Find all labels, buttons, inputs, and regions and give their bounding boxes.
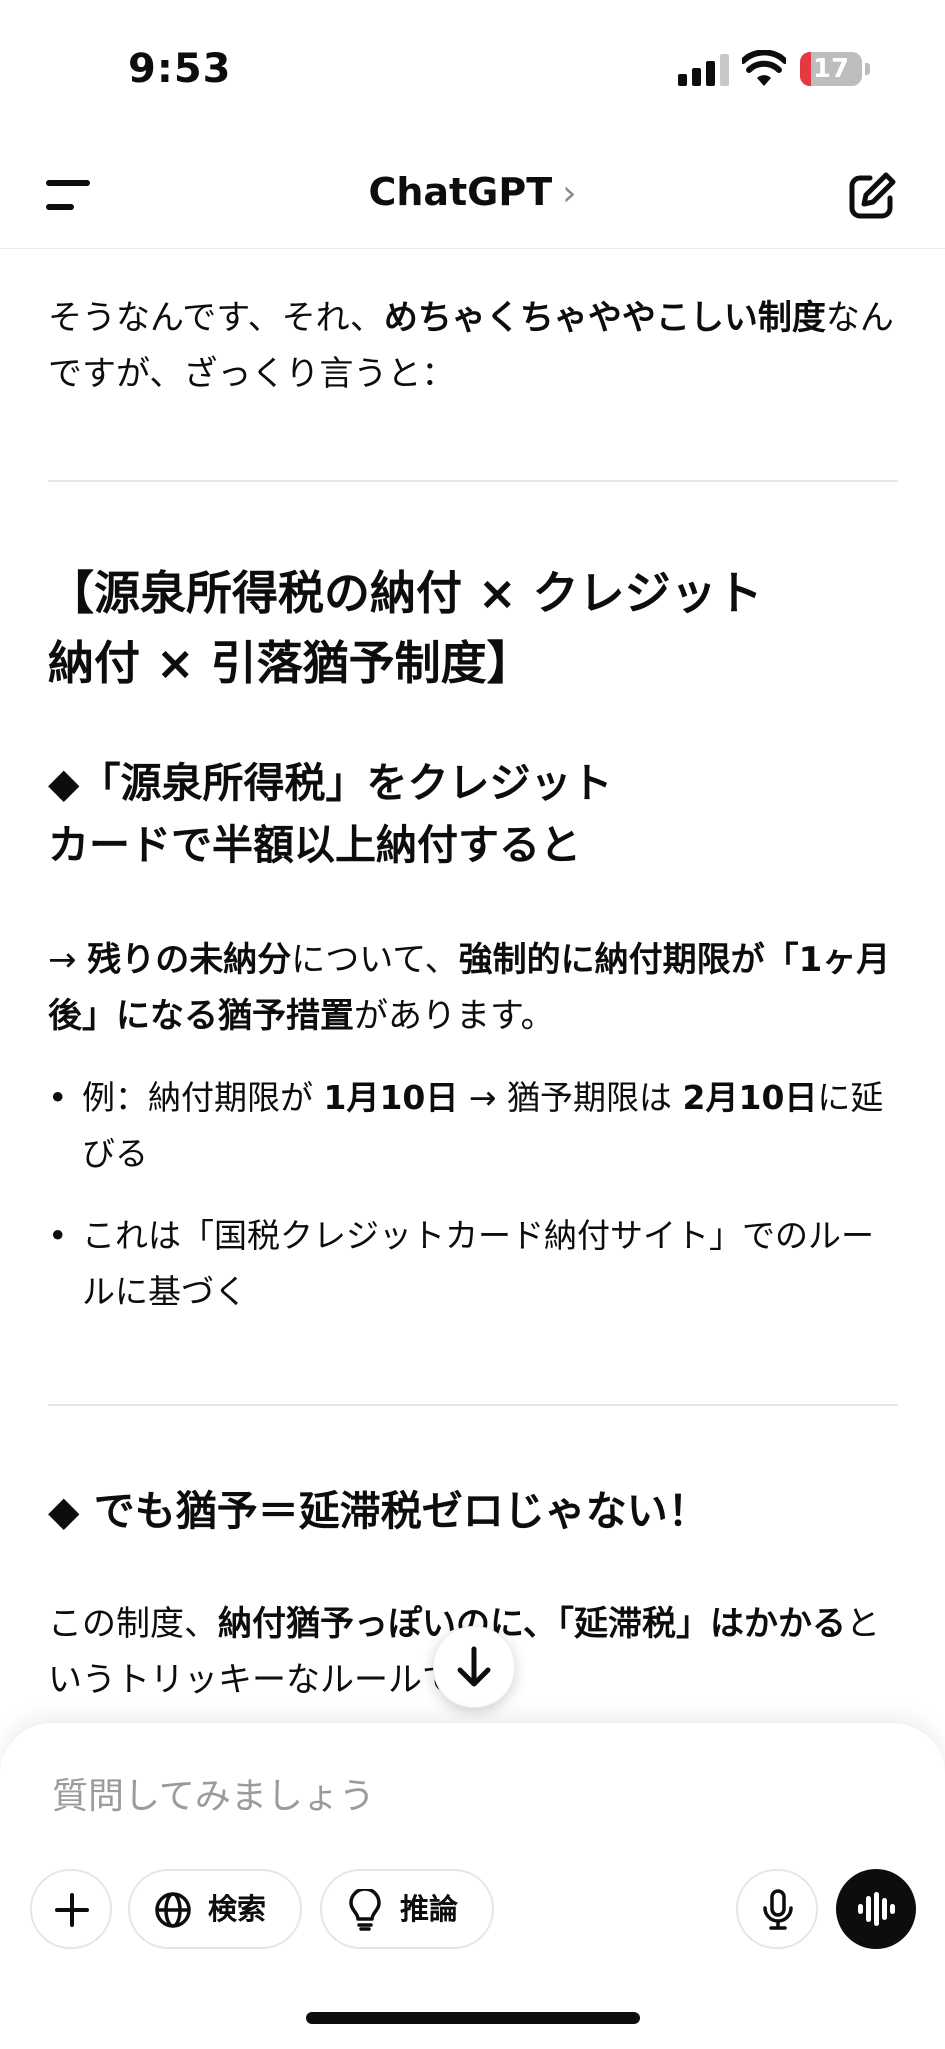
text: →	[48, 940, 88, 980]
voice-waveform-icon	[858, 1892, 895, 1926]
reason-button[interactable]: 推論	[320, 1869, 494, 1949]
heading-line: カードで半額以上納付すると	[48, 821, 581, 869]
list-item: • これは「国税クレジットカード納付サイト」でのルールに基づく	[48, 1208, 898, 1320]
bold-text: 1月10日	[323, 1078, 459, 1117]
plus-icon	[55, 1893, 89, 1927]
search-label: 検索	[208, 1892, 267, 1926]
divider	[48, 1404, 898, 1406]
voice-mode-button[interactable]	[836, 1869, 916, 1949]
heading-line: 納付 × 引落猶予制度】	[48, 636, 533, 690]
text: この制度、	[48, 1604, 218, 1644]
arrow-down-icon	[457, 1646, 491, 1687]
lightbulb-icon	[349, 1889, 381, 1931]
globe-icon	[155, 1892, 191, 1928]
bold-text: 残りの未納分	[87, 940, 292, 980]
battery-cap	[865, 63, 870, 75]
new-chat-icon[interactable]	[846, 170, 898, 222]
heading-line: ◆「源泉所得税」をクレジット	[48, 759, 613, 807]
chevron-right-icon: ›	[562, 173, 577, 214]
text: があります。	[354, 996, 555, 1036]
nav-bar: ChatGPT ›	[0, 140, 945, 249]
dictate-button[interactable]	[736, 1869, 818, 1949]
status-time: 9:53	[128, 46, 232, 92]
text: これは「国税クレジットカード納付サイト」でのルールに基づく	[82, 1216, 874, 1311]
status-bar: 9:53 17	[0, 0, 945, 140]
add-attachment-button[interactable]	[30, 1869, 112, 1949]
paragraph: → 残りの未納分について、強制的に納付期限が「1ヶ月後」になる猶予措置があります…	[48, 932, 898, 1044]
text: 例：納付期限が	[82, 1078, 324, 1117]
scroll-to-bottom-button[interactable]	[433, 1626, 515, 1708]
battery-level: 17	[812, 54, 850, 84]
bullet-marker: •	[48, 1078, 68, 1117]
section-heading: ◆ でも猶予＝延滞税ゼロじゃない！	[48, 1487, 709, 1535]
main-heading: 【源泉所得税の納付 × クレジット 納付 × 引落猶予制度】	[48, 558, 898, 698]
divider	[48, 480, 898, 482]
bold-text: 納付猶予っぽいのに、「延滞税」はかかる	[218, 1604, 846, 1644]
model-selector[interactable]: ChatGPT ›	[0, 170, 945, 214]
battery-icon: 17	[800, 52, 862, 86]
home-indicator	[306, 2012, 640, 2024]
cellular-signal-icon	[678, 54, 732, 86]
model-title: ChatGPT	[368, 170, 553, 214]
mic-icon	[763, 1889, 793, 1930]
search-button[interactable]: 検索	[128, 1869, 302, 1949]
intro-paragraph: そうなんです、それ、めちゃくちゃややこしい制度なんですが、ざっくり言うと：	[48, 290, 898, 402]
bold-text: 2月10日	[682, 1078, 818, 1117]
list-item: • 例：納付期限が 1月10日 → 猶予期限は 2月10日に延びる	[48, 1070, 898, 1182]
composer: 検索 推論	[0, 1722, 945, 2049]
section-heading: ◆「源泉所得税」をクレジット カードで半額以上納付すると	[48, 752, 898, 876]
text: そうなんです、それ、	[48, 298, 384, 338]
text: について、	[291, 940, 459, 980]
wifi-icon	[742, 50, 786, 86]
reason-label: 推論	[400, 1892, 459, 1926]
message-input[interactable]	[50, 1765, 834, 1827]
bullet-marker: •	[48, 1216, 68, 1255]
bold-text: めちゃくちゃややこしい制度	[383, 298, 826, 338]
text: → 猶予期限は	[458, 1078, 683, 1117]
heading-line: 【源泉所得税の納付 × クレジット	[48, 566, 763, 620]
